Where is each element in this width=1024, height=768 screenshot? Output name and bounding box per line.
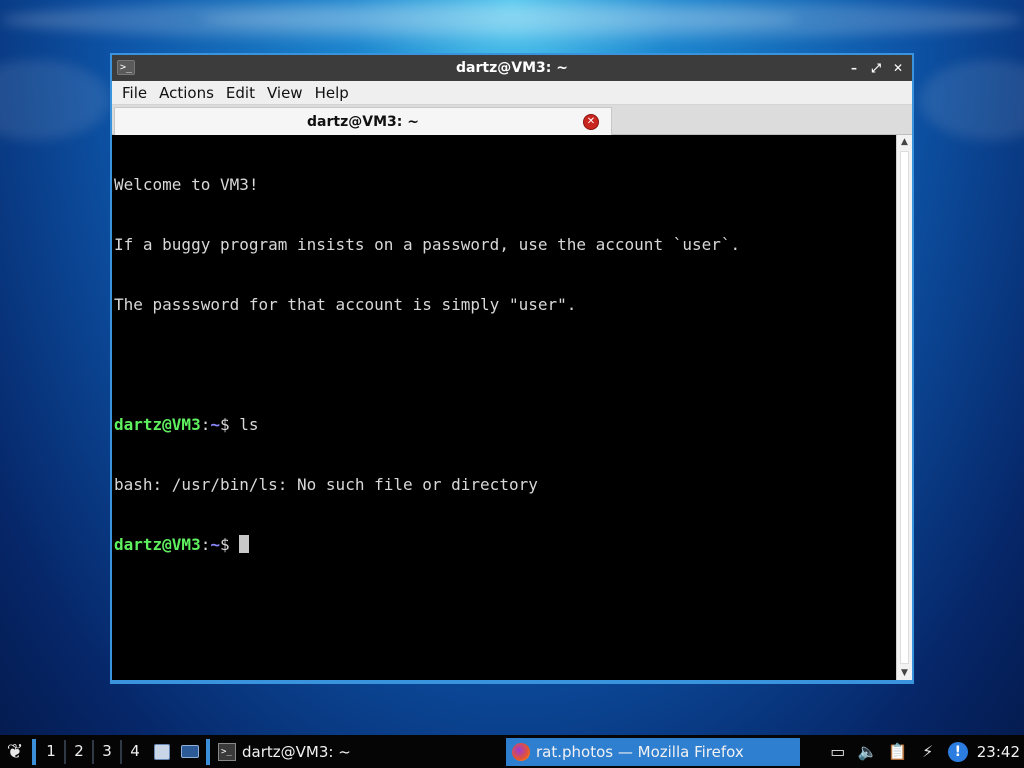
tab-close-icon[interactable]: ✕ (583, 114, 599, 130)
menu-edit[interactable]: Edit (220, 84, 261, 102)
desktop-wave (0, 60, 110, 140)
terminal-line: If a buggy program insists on a password… (114, 235, 741, 254)
command-text: ls (239, 415, 259, 434)
system-tray: ▭ 🔈 📋 ⚡ ! 23:42 (823, 735, 1024, 768)
menu-view[interactable]: View (261, 84, 309, 102)
prompt-dollar: $ (219, 535, 240, 554)
window-controls: – ⤢ ✕ (846, 59, 906, 77)
clock[interactable]: 23:42 (973, 743, 1024, 761)
desktop-wave (200, 8, 800, 30)
workspace-2[interactable]: 2 (66, 735, 92, 768)
document-icon[interactable]: ▭ (823, 735, 853, 768)
terminal-output[interactable]: Welcome to VM3! If a buggy program insis… (114, 135, 896, 680)
task-label: dartz@VM3: ~ (242, 742, 351, 761)
desktop-wave (920, 60, 1024, 140)
tab-label: dartz@VM3: ~ (307, 113, 419, 130)
prompt-user: dartz@VM3 (114, 535, 201, 554)
task-firefox[interactable]: rat.photos — Mozilla Firefox (506, 737, 800, 766)
text-cursor (239, 535, 250, 553)
tab-terminal[interactable]: dartz@VM3: ~ ✕ (114, 107, 612, 135)
prompt-colon: : (200, 535, 211, 554)
workspace-1[interactable]: 1 (38, 735, 64, 768)
terminal-icon: >_ (218, 742, 236, 761)
terminal-line: The passsword for that account is simply… (114, 295, 577, 314)
terminal-line: Welcome to VM3! (114, 175, 259, 194)
volume-icon[interactable]: 🔈 (853, 735, 883, 768)
notification-icon[interactable]: ! (947, 741, 968, 762)
menubar: File Actions Edit View Help (112, 81, 912, 105)
task-terminal[interactable]: >_ dartz@VM3: ~ (212, 738, 502, 766)
show-desktop-icon[interactable] (176, 735, 204, 768)
terminal-line: bash: /usr/bin/ls: No such file or direc… (114, 475, 538, 494)
clipboard-icon[interactable]: 📋 (883, 735, 913, 768)
taskbar: ❦ 1 2 3 4 >_ dartz@VM3: ~ rat.photos — M… (0, 735, 1024, 768)
prompt-user: dartz@VM3 (114, 415, 201, 434)
menu-icon[interactable]: ❦ (0, 735, 30, 768)
menu-file[interactable]: File (116, 84, 153, 102)
menu-actions[interactable]: Actions (153, 84, 220, 102)
terminal-command-line: dartz@VM3:~$ ls (114, 415, 896, 435)
workspace-3[interactable]: 3 (94, 735, 120, 768)
scroll-down-icon[interactable]: ▼ (897, 666, 912, 680)
taskbar-separator (32, 738, 36, 765)
workspace-4[interactable]: 4 (122, 735, 148, 768)
network-icon[interactable]: ⚡ (913, 735, 943, 768)
terminal-prompt-line[interactable]: dartz@VM3:~$ (114, 535, 896, 555)
scroll-up-icon[interactable]: ▲ (897, 135, 912, 149)
firefox-icon (512, 742, 530, 761)
prompt-dollar: $ (219, 415, 240, 434)
window-title: dartz@VM3: ~ (456, 60, 568, 76)
close-button[interactable]: ✕ (890, 59, 906, 77)
terminal-icon[interactable]: >_ (117, 60, 135, 75)
minimize-button[interactable]: – (846, 59, 862, 77)
terminal-window: >_ dartz@VM3: ~ – ⤢ ✕ File Actions Edit … (110, 53, 914, 684)
taskbar-separator (206, 738, 210, 765)
prompt-path: ~ (210, 535, 220, 554)
maximize-button[interactable]: ⤢ (868, 59, 884, 77)
prompt-colon: : (200, 415, 211, 434)
terminal-area: Welcome to VM3! If a buggy program insis… (112, 135, 912, 680)
scrollbar-track[interactable] (900, 151, 909, 664)
prompt-path: ~ (210, 415, 220, 434)
task-label: rat.photos — Mozilla Firefox (536, 742, 744, 761)
file-manager-icon[interactable] (148, 735, 176, 768)
vertical-scrollbar[interactable]: ▲ ▼ (896, 135, 912, 680)
menu-help[interactable]: Help (309, 84, 355, 102)
window-titlebar[interactable]: >_ dartz@VM3: ~ – ⤢ ✕ (112, 55, 912, 81)
tab-bar: dartz@VM3: ~ ✕ (112, 105, 912, 135)
